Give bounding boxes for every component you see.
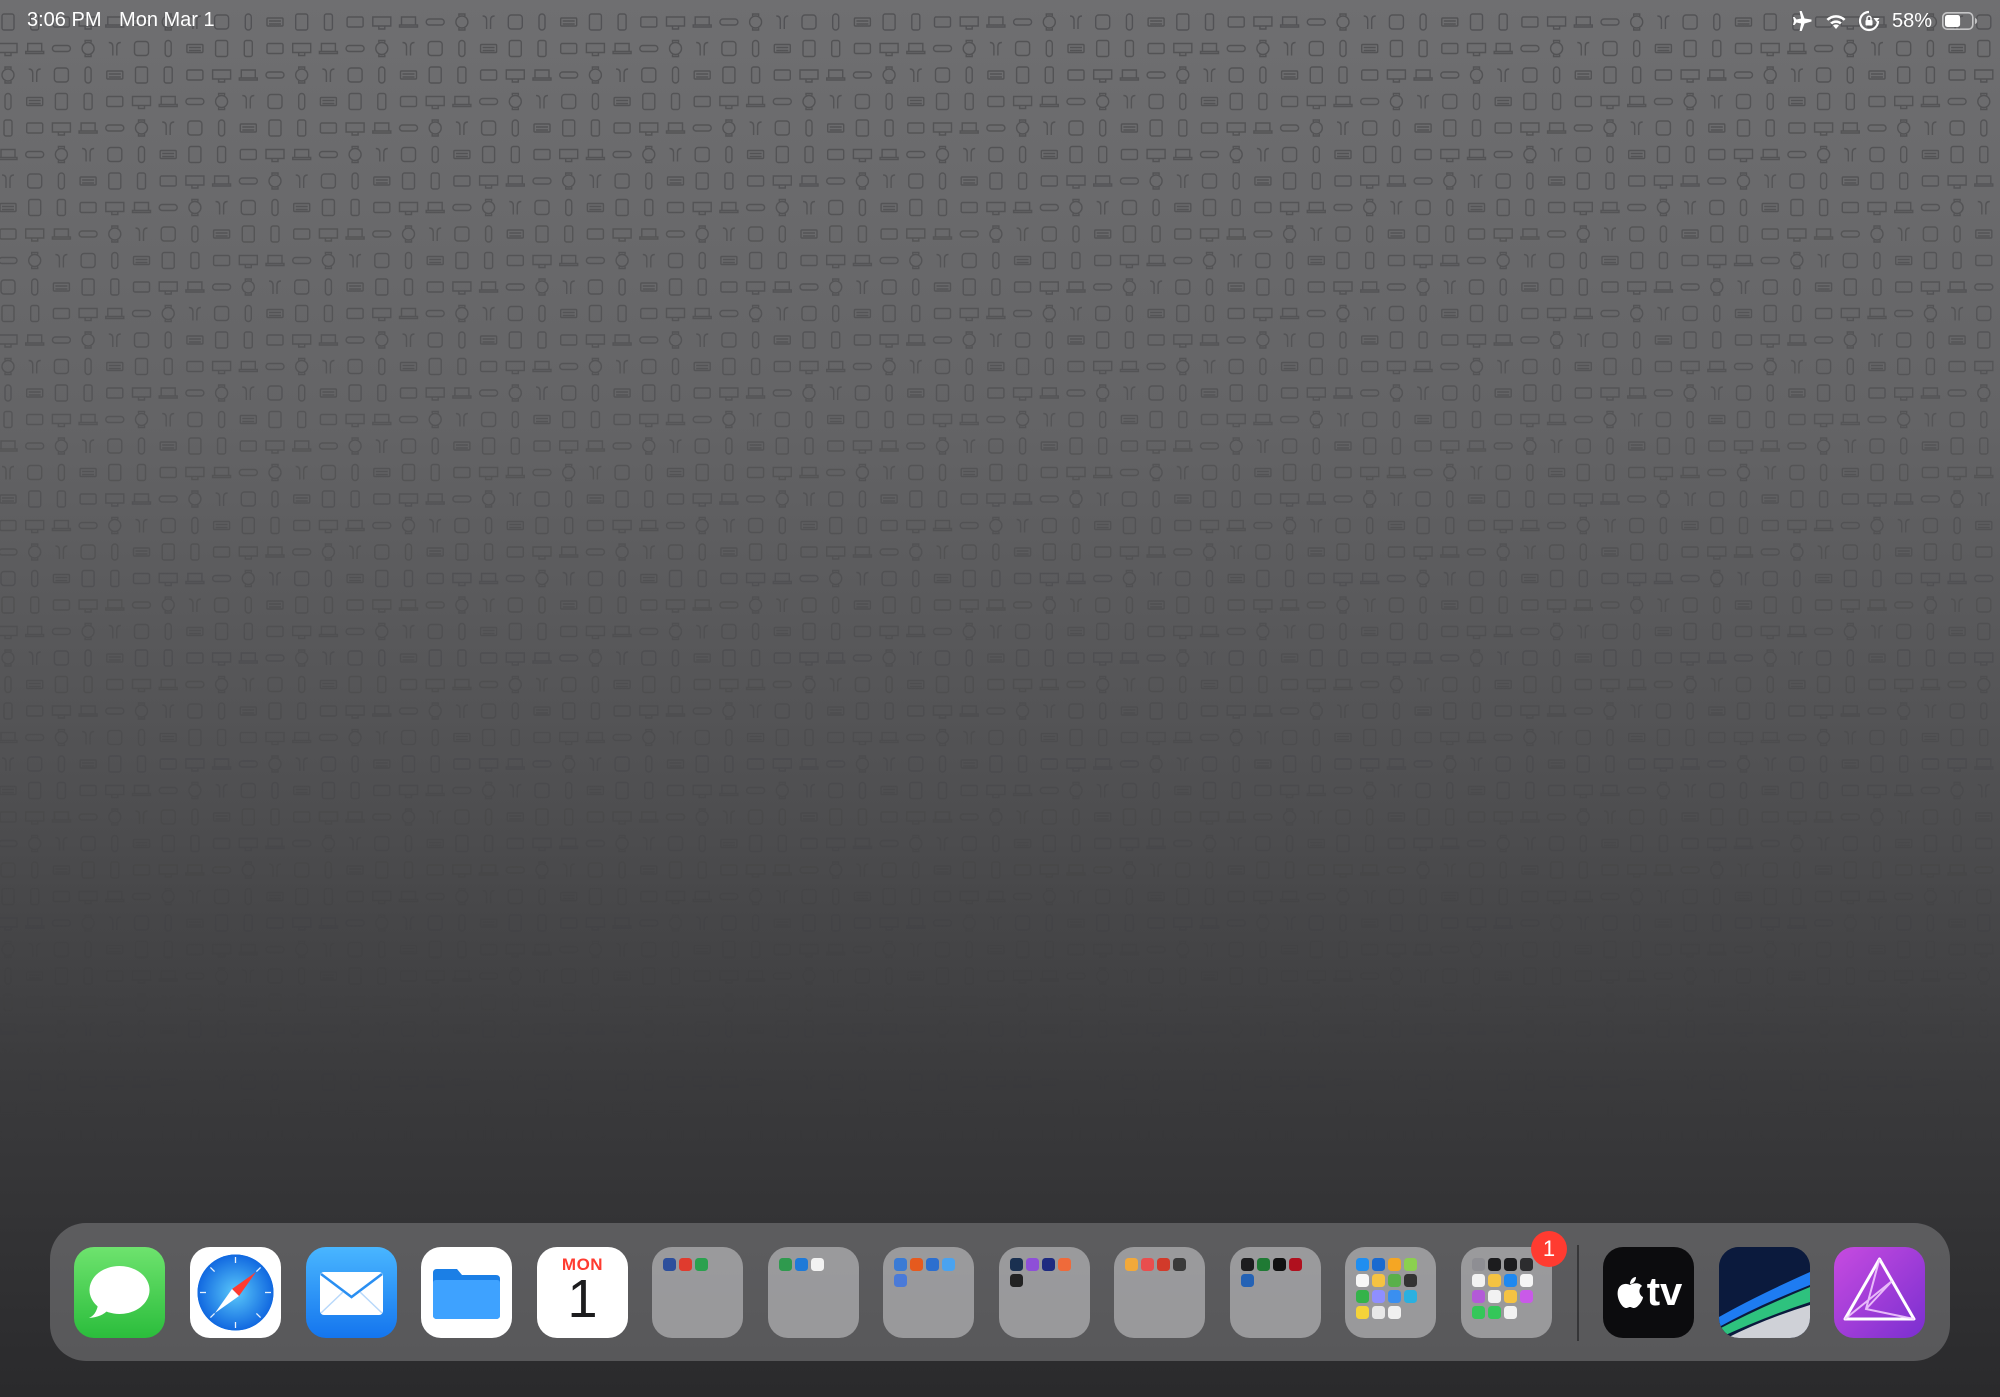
status-date: Mon Mar 1 <box>119 9 215 31</box>
status-bar: 3:06 PM Mon Mar 1 58% <box>0 0 2000 42</box>
wifi-icon <box>1824 11 1848 31</box>
status-indicators: 58% <box>1792 8 1978 34</box>
calendar-app-icon[interactable]: MON 1 <box>537 1247 628 1338</box>
status-time: 3:06 PM <box>27 9 102 31</box>
dock: MON 1 tv <box>50 1223 1950 1361</box>
orientation-lock-icon <box>1858 10 1880 32</box>
folder-2[interactable] <box>768 1247 859 1338</box>
wallpaper <box>0 0 2000 1397</box>
mail-app-icon[interactable] <box>306 1247 397 1338</box>
mail-icon <box>320 1272 383 1315</box>
messages-icon <box>89 1266 150 1318</box>
safari-icon <box>197 1254 274 1331</box>
files-app-icon[interactable] <box>421 1247 512 1338</box>
dock-divider <box>1577 1245 1579 1341</box>
lumafusion-icon <box>1719 1247 1810 1338</box>
status-clock: 3:06 PM Mon Mar 1 <box>27 9 215 32</box>
messages-app-icon[interactable] <box>74 1247 165 1338</box>
apple-tv-icon: tv <box>1603 1247 1694 1338</box>
apple-tv-app-icon[interactable]: tv <box>1603 1247 1694 1338</box>
folder-3[interactable] <box>883 1247 974 1338</box>
folder-5[interactable] <box>1114 1247 1205 1338</box>
folder-4[interactable] <box>999 1247 1090 1338</box>
folder-7[interactable] <box>1345 1247 1436 1338</box>
apple-tv-label: tv <box>1646 1270 1683 1314</box>
lumafusion-app-icon[interactable] <box>1719 1247 1810 1338</box>
folder-1[interactable] <box>652 1247 743 1338</box>
files-icon <box>433 1269 500 1319</box>
safari-app-icon[interactable] <box>190 1247 281 1338</box>
airplane-mode-icon <box>1792 11 1814 31</box>
folder-6[interactable] <box>1230 1247 1321 1338</box>
calendar-date: 1 <box>567 1269 598 1329</box>
battery-percent: 58% <box>1891 9 1932 32</box>
folder-notification-badge: 1 <box>1531 1231 1567 1267</box>
battery-icon <box>1942 12 1978 30</box>
affinity-photo-app-icon[interactable] <box>1834 1247 1925 1338</box>
affinity-photo-icon <box>1843 1257 1916 1321</box>
